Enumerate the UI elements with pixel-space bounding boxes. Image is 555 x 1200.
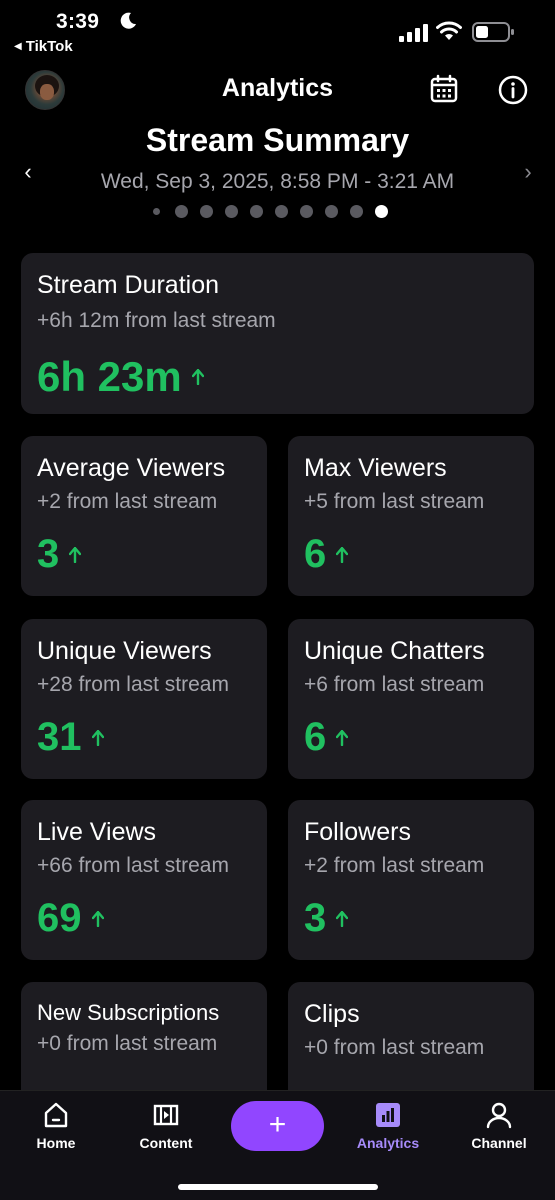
arrow-up-icon [191, 369, 204, 385]
channel-icon [486, 1102, 512, 1129]
page-dot[interactable] [153, 208, 160, 215]
card-label: Unique Chatters [304, 637, 485, 665]
arrow-up-icon [336, 910, 349, 927]
home-icon [44, 1102, 68, 1128]
card-change: +2 from last stream [37, 490, 218, 513]
back-app-label: TikTok [25, 38, 73, 55]
page-dot[interactable] [175, 205, 188, 218]
arrow-up-icon [69, 546, 82, 563]
card-label: Live Views [37, 818, 157, 846]
card-change: +28 from last stream [37, 673, 229, 696]
live-views-card[interactable]: Live Views +66 from last stream 69 [21, 800, 267, 960]
info-icon[interactable] [497, 74, 529, 106]
card-change: +5 from last stream [304, 490, 485, 513]
nav-channel-label: Channel [471, 1135, 527, 1151]
page-dot[interactable] [225, 205, 238, 218]
back-to-app-link[interactable]: ◀ TikTok [14, 38, 73, 55]
create-button[interactable]: + [231, 1101, 324, 1151]
card-value: 6h 23m [37, 353, 182, 400]
next-stream-button[interactable]: › [514, 157, 542, 187]
card-value: 31 [37, 715, 82, 759]
card-label: Unique Viewers [37, 637, 212, 665]
analytics-icon [376, 1103, 400, 1127]
card-value: 6 [304, 532, 327, 576]
app-header: Analytics [0, 62, 555, 118]
calendar-icon[interactable] [429, 74, 459, 104]
page-indicator[interactable] [150, 205, 388, 218]
card-value: 69 [37, 896, 82, 940]
status-bar: 3:39 ◀ TikTok [0, 0, 555, 60]
card-change: +2 from last stream [304, 854, 485, 877]
card-change: +66 from last stream [37, 854, 229, 877]
arrow-up-icon [91, 729, 104, 746]
status-time: 3:39 [56, 10, 100, 33]
arrow-up-icon [336, 729, 349, 746]
arrow-up-icon [91, 910, 104, 927]
nav-analytics[interactable]: Analytics [343, 1101, 433, 1151]
content-icon [153, 1104, 179, 1126]
card-value: 3 [304, 896, 327, 940]
card-label: New Subscriptions [37, 1000, 220, 1025]
unique-chatters-card[interactable]: Unique Chatters +6 from last stream 6 [288, 619, 534, 779]
card-change: +6h 12m from last stream [37, 309, 276, 332]
max-viewers-card[interactable]: Max Viewers +5 from last stream 6 [288, 436, 534, 596]
wifi-icon [436, 21, 462, 40]
page-dot[interactable] [275, 205, 288, 218]
summary-title: Stream Summary [145, 122, 410, 158]
card-label: Stream Duration [37, 271, 220, 299]
page-title: Analytics [221, 74, 334, 102]
back-triangle-icon: ◀ [14, 41, 22, 52]
followers-card[interactable]: Followers +2 from last stream 3 [288, 800, 534, 960]
card-change: +0 from last stream [37, 1032, 218, 1055]
nav-home[interactable]: Home [11, 1101, 101, 1151]
nav-home-label: Home [36, 1135, 76, 1151]
card-label: Followers [304, 818, 411, 846]
page-dot[interactable] [200, 205, 213, 218]
stream-duration-card[interactable]: Stream Duration +6h 12m from last stream… [21, 253, 534, 414]
page-dot[interactable] [325, 205, 338, 218]
stream-date-range: Wed, Sep 3, 2025, 8:58 PM - 3:21 AM [100, 170, 455, 193]
card-change: +0 from last stream [304, 1036, 485, 1059]
card-label: Clips [304, 1000, 360, 1028]
card-value: 6 [304, 715, 327, 759]
unique-viewers-card[interactable]: Unique Viewers +28 from last stream 31 [21, 619, 267, 779]
arrow-up-icon [336, 546, 349, 563]
page-dot[interactable] [300, 205, 313, 218]
page-dot[interactable] [350, 205, 363, 218]
home-indicator[interactable] [178, 1184, 378, 1190]
moon-icon [120, 12, 136, 29]
cellular-signal-icon [399, 24, 428, 42]
card-value: 3 [37, 532, 60, 576]
nav-content-label: Content [139, 1135, 193, 1151]
battery-icon [472, 22, 514, 42]
card-label: Average Viewers [37, 454, 226, 482]
nav-analytics-label: Analytics [356, 1135, 420, 1151]
nav-content[interactable]: Content [121, 1101, 211, 1151]
page-dot[interactable] [375, 205, 388, 218]
card-change: +6 from last stream [304, 673, 485, 696]
page-dot[interactable] [250, 205, 263, 218]
average-viewers-card[interactable]: Average Viewers +2 from last stream 3 [21, 436, 267, 596]
card-label: Max Viewers [304, 454, 447, 482]
nav-channel[interactable]: Channel [454, 1101, 544, 1151]
